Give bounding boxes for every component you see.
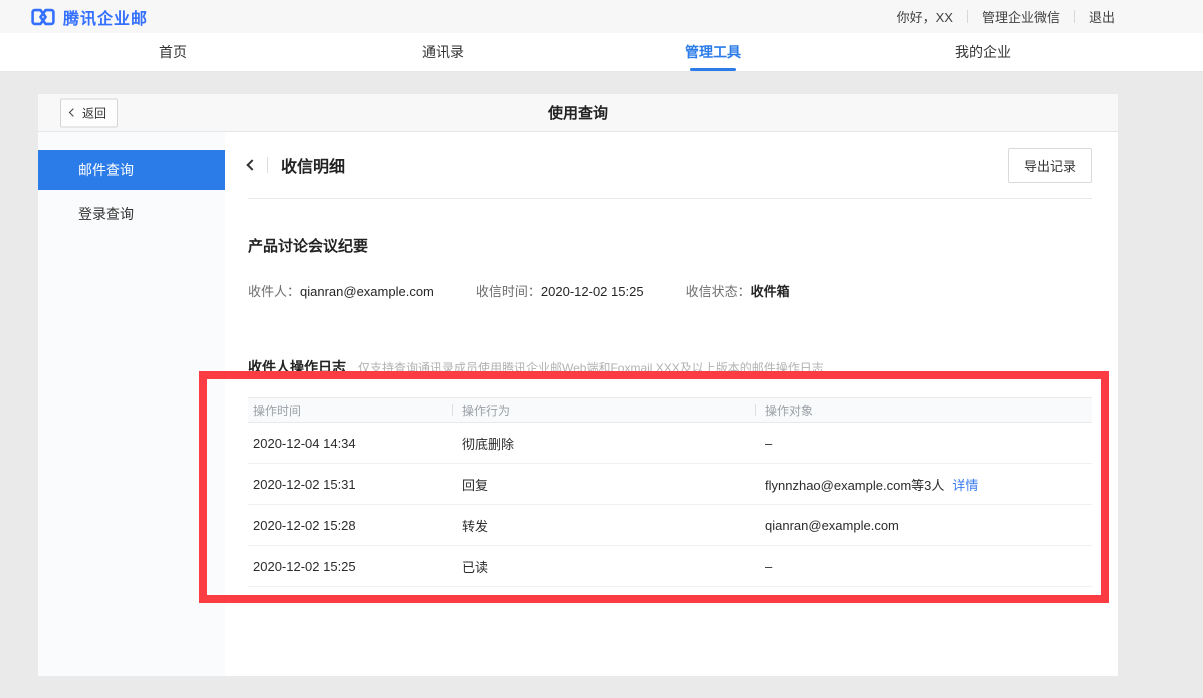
receive-status-value: 收件箱 (751, 284, 790, 299)
cell-time: 2020-12-04 14:34 (248, 436, 452, 451)
logout-link[interactable]: 退出 (1089, 7, 1115, 26)
operation-log-title: 收件人操作日志 (248, 357, 346, 377)
table-row: 2020-12-02 15:28 转发 qianran@example.com (248, 505, 1092, 546)
cell-action: 回复 (452, 475, 755, 494)
mail-details: 收件人：qianran@example.com 收信时间：2020-12-02 … (248, 281, 1092, 300)
cell-target: qianran@example.com (765, 518, 899, 533)
tab-home[interactable]: 首页 (38, 33, 308, 71)
col-header-time: 操作时间 (248, 402, 452, 419)
operation-log-header: 收件人操作日志 仅支持查询通讯录成员使用腾讯企业邮Web端和Foxmail XX… (248, 357, 1092, 377)
topbar: 腾讯企业邮 你好，XX 管理企业微信 退出 (0, 0, 1203, 33)
cell-action: 转发 (452, 516, 755, 535)
divider (267, 157, 268, 173)
table-row: 2020-12-02 15:25 已读 – (248, 546, 1092, 587)
content-header: 收信明细 导出记录 (248, 132, 1092, 199)
active-tab-underline (690, 68, 736, 71)
content-title: 收信明细 (281, 153, 345, 177)
export-records-button[interactable]: 导出记录 (1008, 148, 1092, 183)
tab-contacts[interactable]: 通讯录 (308, 33, 578, 71)
chevron-left-icon (69, 108, 77, 116)
tab-my-company[interactable]: 我的企业 (848, 33, 1118, 71)
cell-time: 2020-12-02 15:25 (248, 559, 452, 574)
chevron-left-icon[interactable] (246, 159, 257, 170)
manage-wecom-link[interactable]: 管理企业微信 (982, 7, 1060, 26)
sidebar-item-login-query[interactable]: 登录查询 (38, 194, 225, 234)
table-row: 2020-12-04 14:34 彻底删除 – (248, 423, 1092, 464)
app-logo[interactable]: 腾讯企业邮 (0, 5, 148, 29)
recipient-value: qianran@example.com (300, 284, 434, 299)
col-header-action: 操作行为 (452, 402, 755, 419)
receive-time-value: 2020-12-02 15:25 (541, 284, 644, 299)
exmail-logo-icon (30, 7, 56, 27)
cell-target: – (765, 436, 772, 451)
cell-action: 彻底删除 (452, 434, 755, 453)
page-header: 返回 使用查询 (38, 94, 1118, 132)
mail-subject: 产品讨论会议纪要 (248, 235, 1092, 256)
usage-query-panel: 返回 使用查询 邮件查询 登录查询 收信明细 导出记录 产品讨论会议纪要 (38, 94, 1118, 676)
cell-time: 2020-12-02 15:28 (248, 518, 452, 533)
main-nav: 首页 通讯录 管理工具 我的企业 (0, 33, 1203, 72)
divider (967, 10, 968, 23)
cell-time: 2020-12-02 15:31 (248, 477, 452, 492)
table-row: 2020-12-02 15:31 回复 flynnzhao@example.co… (248, 464, 1092, 505)
cell-target: flynnzhao@example.com等3人 (765, 478, 944, 493)
receive-time-label: 收信时间： (476, 284, 541, 299)
receive-status-label: 收信状态： (686, 284, 751, 299)
logo-text: 腾讯企业邮 (63, 5, 148, 29)
divider (1074, 10, 1075, 23)
operation-log-table: 操作时间 操作行为 操作对象 2020-12-04 14:34 彻底删除 – 2… (248, 397, 1092, 587)
tab-admin-tools[interactable]: 管理工具 (578, 33, 848, 71)
content-area: 收信明细 导出记录 产品讨论会议纪要 收件人：qianran@example.c… (225, 132, 1118, 676)
col-header-target: 操作对象 (755, 402, 1092, 419)
page-title: 使用查询 (548, 102, 608, 123)
user-greeting[interactable]: 你好，XX (897, 7, 953, 26)
recipient-label: 收件人： (248, 284, 300, 299)
operation-log-note: 仅支持查询通讯录成员使用腾讯企业邮Web端和Foxmail XXX及以上版本的邮… (358, 359, 824, 376)
table-header-row: 操作时间 操作行为 操作对象 (248, 397, 1092, 423)
sidebar: 邮件查询 登录查询 (38, 132, 225, 676)
back-button[interactable]: 返回 (60, 98, 118, 127)
cell-action: 已读 (452, 557, 755, 576)
cell-target: – (765, 559, 772, 574)
sidebar-item-mail-query[interactable]: 邮件查询 (38, 150, 225, 190)
details-link[interactable]: 详情 (952, 478, 978, 493)
